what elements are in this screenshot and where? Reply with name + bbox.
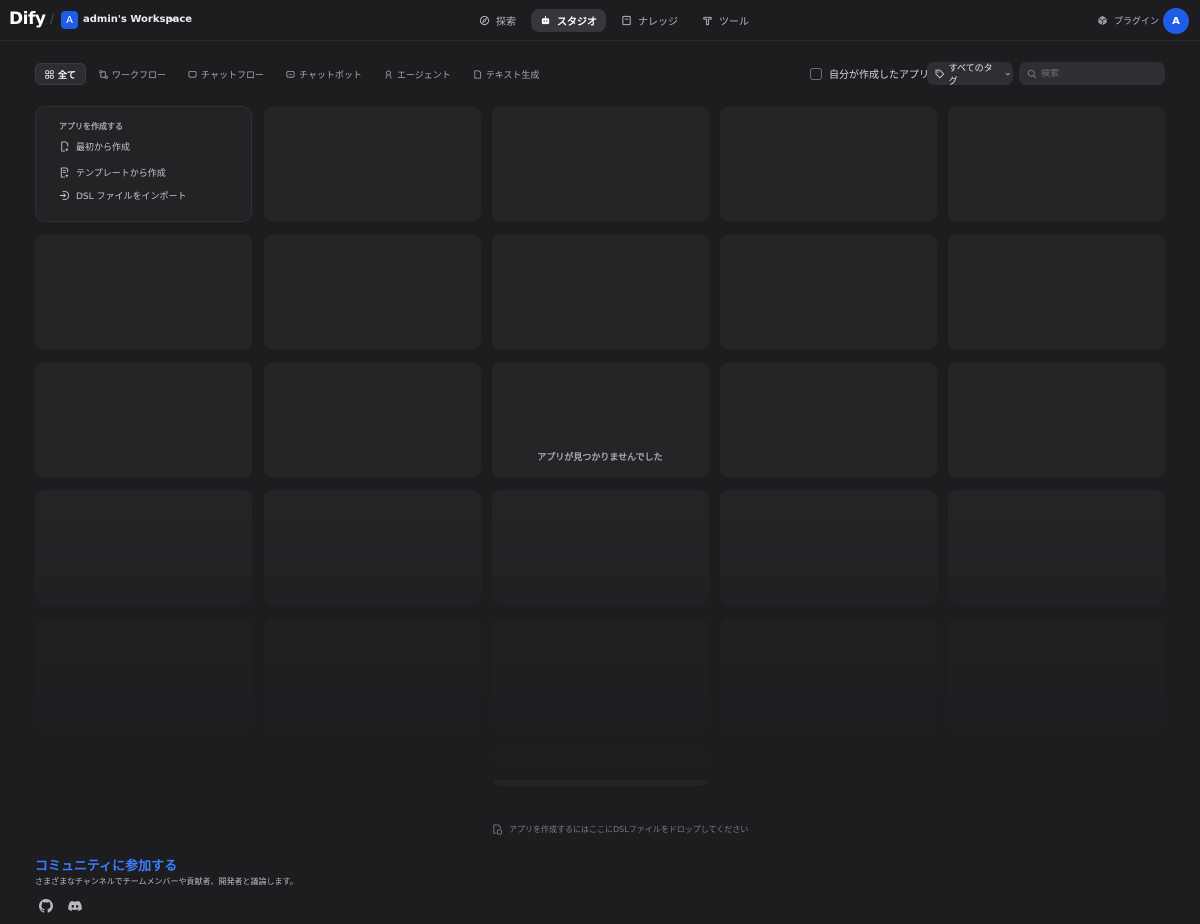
create-app-title: アプリを作成する bbox=[59, 122, 123, 131]
hammer-icon bbox=[703, 16, 712, 26]
app-card-placeholder bbox=[35, 362, 252, 478]
user-avatar[interactable]: A bbox=[1163, 8, 1189, 34]
import-icon bbox=[59, 190, 70, 201]
breadcrumb-separator: / bbox=[50, 12, 55, 27]
tab-agent[interactable]: エージェント bbox=[375, 63, 460, 85]
nav-explore[interactable]: 探索 bbox=[470, 9, 525, 32]
created-by-me-filter[interactable]: 自分が作成したアプリ bbox=[810, 66, 929, 81]
github-icon[interactable] bbox=[39, 899, 53, 913]
import-dsl-label: DSL ファイルをインポート bbox=[76, 192, 187, 202]
app-card-placeholder bbox=[35, 490, 252, 606]
discord-icon[interactable] bbox=[68, 899, 82, 913]
app-card-placeholder bbox=[264, 490, 481, 606]
create-from-blank-label: 最初から作成 bbox=[76, 143, 131, 153]
create-from-blank-button[interactable]: 最初から作成 bbox=[59, 140, 130, 153]
template-icon bbox=[60, 167, 69, 178]
app-card-placeholder bbox=[720, 618, 937, 734]
app-card-placeholder bbox=[35, 234, 252, 350]
workspace-avatar[interactable]: A bbox=[61, 11, 78, 29]
document-icon bbox=[474, 69, 481, 79]
tag-filter-label: すべてのタグ bbox=[948, 63, 993, 87]
created-by-me-checkbox[interactable] bbox=[810, 67, 822, 80]
plugin-button[interactable]: プラグイン bbox=[1097, 14, 1159, 27]
app-card-placeholder bbox=[492, 618, 709, 734]
tab-chatbot-label: チャットボット bbox=[298, 70, 362, 81]
app-card-placeholder bbox=[264, 618, 481, 734]
tab-chatflow-label: チャットフロー bbox=[201, 70, 264, 81]
dify-logo[interactable]: Dify bbox=[9, 9, 46, 29]
chat-bubble-icon bbox=[188, 70, 197, 78]
file-drop-icon bbox=[493, 824, 503, 835]
app-card-placeholder bbox=[720, 490, 937, 606]
dsl-drop-hint-text: アプリを作成するにはここにDSLファイルをドロップしてください bbox=[509, 825, 749, 834]
app-card-placeholder bbox=[264, 362, 481, 478]
blank-file-icon bbox=[61, 141, 69, 152]
nav-tools[interactable]: ツール bbox=[693, 9, 758, 32]
tab-chatbot[interactable]: チャットボット bbox=[277, 63, 371, 85]
app-card-placeholder bbox=[948, 106, 1165, 222]
community-title: コミュニティに参加する bbox=[35, 859, 178, 874]
tab-all-label: 全て bbox=[58, 70, 77, 81]
app-card-placeholder bbox=[35, 618, 252, 734]
tab-text-generation[interactable]: テキスト生成 bbox=[464, 63, 549, 85]
app-card-placeholder bbox=[948, 234, 1165, 350]
chatbot-icon bbox=[286, 70, 295, 78]
workflow-icon bbox=[99, 69, 108, 79]
app-card-placeholder bbox=[492, 746, 709, 786]
app-card-placeholder bbox=[720, 234, 937, 350]
search-icon bbox=[1027, 69, 1037, 78]
main-nav: 探索 スタジオ ナレッジ ツール bbox=[470, 9, 758, 32]
community-description: さまざまなチャンネルでチームメンバーや貢献者、開発者と議論します。 bbox=[35, 877, 298, 886]
robot-icon bbox=[541, 15, 550, 25]
tab-text-generation-label: テキスト生成 bbox=[485, 70, 540, 81]
nav-studio[interactable]: スタジオ bbox=[531, 9, 606, 32]
chevron-down-icon[interactable] bbox=[168, 14, 176, 24]
app-type-tabs: 全て ワークフロー チャットフロー チャットボット エージェント テキスト生成 bbox=[35, 63, 548, 85]
app-card-placeholder bbox=[948, 618, 1165, 734]
created-by-me-label: 自分が作成したアプリ bbox=[829, 70, 929, 81]
import-dsl-button[interactable]: DSL ファイルをインポート bbox=[59, 189, 187, 202]
app-card-placeholder bbox=[492, 490, 709, 606]
tag-filter-dropdown[interactable]: すべてのタグ bbox=[927, 62, 1013, 87]
nav-explore-label: 探索 bbox=[496, 17, 516, 28]
tab-workflow-label: ワークフロー bbox=[112, 70, 167, 81]
app-card-placeholder bbox=[720, 106, 937, 222]
compass-icon bbox=[479, 15, 490, 26]
create-app-card: アプリを作成する 最初から作成 テンプレートから作成 DSL ファイルをインポー… bbox=[35, 106, 252, 222]
top-header: Dify / A admin's Workspace 探索 スタジオ ナレッジ … bbox=[0, 0, 1200, 41]
create-from-template-button[interactable]: テンプレートから作成 bbox=[59, 166, 166, 179]
cube-icon bbox=[1098, 15, 1107, 26]
nav-knowledge-label: ナレッジ bbox=[638, 17, 678, 28]
book-icon bbox=[622, 15, 631, 26]
dsl-drop-hint: アプリを作成するにはここにDSLファイルをドロップしてください bbox=[492, 824, 748, 835]
app-card-placeholder bbox=[720, 362, 937, 478]
nav-studio-label: スタジオ bbox=[557, 17, 597, 28]
app-card-placeholder bbox=[492, 106, 709, 222]
app-card-placeholder bbox=[264, 234, 481, 350]
app-card-placeholder bbox=[492, 234, 709, 350]
tag-icon bbox=[935, 69, 945, 78]
app-card-placeholder bbox=[948, 490, 1165, 606]
tab-agent-label: エージェント bbox=[396, 70, 451, 81]
tab-chatflow[interactable]: チャットフロー bbox=[179, 63, 273, 85]
plugin-label: プラグイン bbox=[1114, 17, 1160, 27]
search-input[interactable] bbox=[1041, 68, 1156, 79]
nav-knowledge[interactable]: ナレッジ bbox=[612, 9, 687, 32]
tab-workflow[interactable]: ワークフロー bbox=[90, 63, 175, 85]
search-box[interactable] bbox=[1019, 62, 1165, 85]
grid-icon bbox=[45, 69, 54, 79]
nav-tools-label: ツール bbox=[719, 17, 749, 28]
empty-state-message: アプリが見つかりませんでした bbox=[537, 453, 663, 463]
agent-icon bbox=[385, 70, 392, 79]
tab-all[interactable]: 全て bbox=[35, 63, 87, 85]
app-card-placeholder bbox=[948, 362, 1165, 478]
app-card-placeholder bbox=[264, 106, 481, 222]
create-from-template-label: テンプレートから作成 bbox=[76, 169, 166, 179]
chevron-down-icon bbox=[1005, 72, 1011, 76]
